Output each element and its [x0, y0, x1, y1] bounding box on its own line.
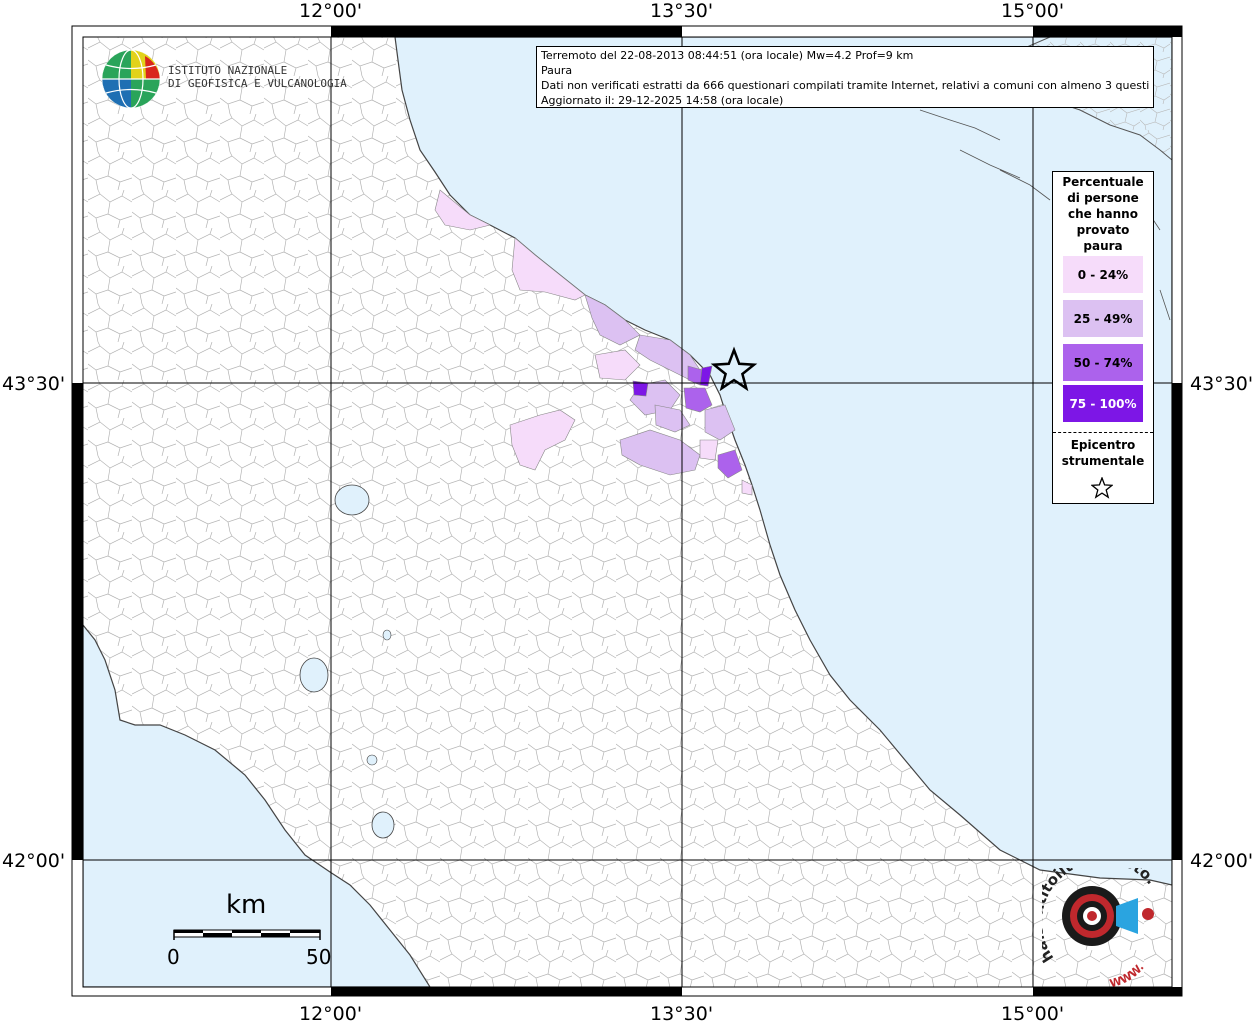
- legend-class-2: 50 - 74%: [1063, 344, 1143, 381]
- scale-min-label: 0: [167, 945, 180, 969]
- lake-small: [366, 754, 378, 766]
- bottom-label-15: 15°00': [1001, 1003, 1065, 1025]
- event-info-box: Terremoto del 22-08-2013 08:44:51 (ora l…: [536, 46, 1154, 108]
- legend-class-3: 75 - 100%: [1063, 385, 1143, 422]
- top-label-12: 12°00': [299, 0, 363, 22]
- legend-star-icon: [1091, 477, 1113, 499]
- legend-title-line4: provato: [1076, 223, 1130, 237]
- lake-bracciano: [371, 811, 395, 839]
- event-title: Terremoto del 22-08-2013 08:44:51 (ora l…: [541, 49, 914, 62]
- scale-max-label: 50: [306, 945, 332, 969]
- bottom-label-12: 12°00': [299, 1003, 363, 1025]
- legend-epi-line1: Epicentro: [1070, 438, 1136, 452]
- right-label-42: 42°00': [1190, 850, 1254, 872]
- ingv-line1: ISTITUTO NAZIONALE: [168, 64, 288, 77]
- legend-title-line2: di persone: [1067, 191, 1139, 205]
- lake-trasimeno: [334, 484, 370, 516]
- legend: Percentuale di persone che hanno provato…: [1052, 171, 1154, 504]
- hai-sentito-logo-icon: haisentitoilterremoto.it WWW.: [1042, 868, 1160, 988]
- right-label-43-30: 43°30': [1190, 373, 1254, 395]
- legend-title-line1: Percentuale: [1062, 175, 1144, 189]
- left-label-43-30: 43°30': [2, 373, 66, 395]
- left-label-42: 42°00': [2, 850, 66, 872]
- legend-epicenter-label: Epicentro strumentale: [1053, 437, 1153, 469]
- legend-epi-line2: strumentale: [1061, 454, 1145, 468]
- legend-class-0: 0 - 24%: [1063, 256, 1143, 293]
- top-label-13-30: 13°30': [650, 0, 714, 22]
- event-parameter: Paura: [541, 64, 573, 77]
- event-disclaimer: Dati non verificati estratti da 666 ques…: [541, 79, 1149, 92]
- bottom-label-13-30: 13°30': [650, 1003, 714, 1025]
- legend-class-1: 25 - 49%: [1063, 300, 1143, 337]
- ingv-logo-text: ISTITUTO NAZIONALE DI GEOFISICA E VULCAN…: [168, 64, 347, 90]
- legend-separator: [1053, 432, 1153, 433]
- legend-title-line5: paura: [1083, 239, 1123, 253]
- legend-title-line3: che hanno: [1068, 207, 1138, 221]
- top-label-15: 15°00': [1001, 0, 1065, 22]
- scale-unit: km: [226, 890, 267, 920]
- legend-title: Percentuale di persone che hanno provato…: [1053, 174, 1153, 254]
- lake-bolsena: [299, 657, 329, 693]
- logo-www-text: WWW.: [1108, 961, 1146, 988]
- ingv-line2: DI GEOFISICA E VULCANOLOGIA: [168, 77, 347, 90]
- event-updated: Aggiornato il: 29-12-2025 14:58 (ora loc…: [541, 94, 784, 107]
- ingv-globe-icon: [101, 49, 161, 109]
- lake-small-2: [382, 629, 392, 641]
